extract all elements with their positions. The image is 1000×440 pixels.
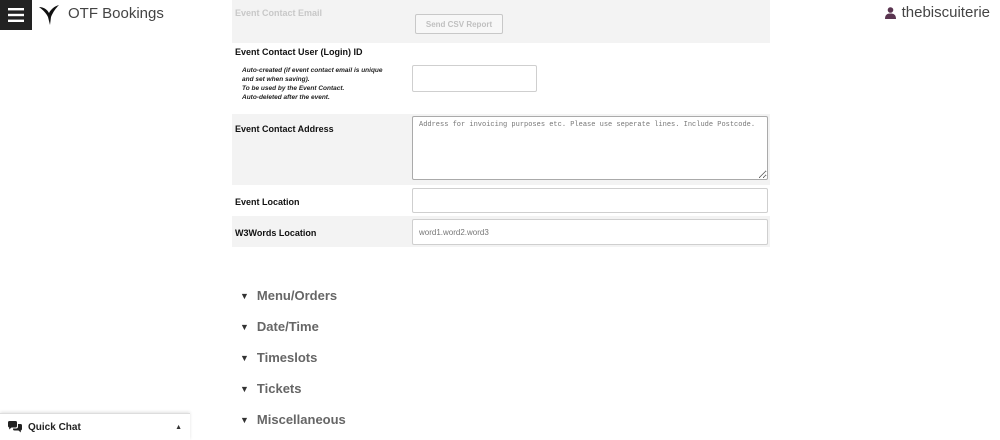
contact-email-row: Event Contact Email Send CSV Report xyxy=(232,0,770,43)
username: thebiscuiterie xyxy=(901,4,990,21)
triangle-down-icon: ▼ xyxy=(240,414,249,425)
event-location-input[interactable] xyxy=(412,188,768,213)
w3words-row: W3Words Location xyxy=(232,216,770,247)
contact-user-note: To be used by the Event Contact. xyxy=(242,85,345,92)
event-location-label: Event Location xyxy=(235,197,300,207)
section-label: Date/Time xyxy=(256,319,319,334)
w3words-label: W3Words Location xyxy=(235,228,317,238)
contact-user-note: and set when saving). xyxy=(242,76,310,83)
w3words-input[interactable] xyxy=(412,219,768,245)
contact-address-textarea[interactable] xyxy=(412,116,768,180)
quick-chat-bar[interactable]: Quick Chat ▲ xyxy=(0,413,190,440)
hamburger-menu-button[interactable] xyxy=(0,0,32,30)
contact-user-note: Auto-created (if event contact email is … xyxy=(242,67,383,74)
section-tickets[interactable]: ▼ Tickets xyxy=(240,381,302,396)
section-date-time[interactable]: ▼ Date/Time xyxy=(240,319,319,334)
chat-bubbles-icon xyxy=(8,421,22,433)
contact-email-label: Event Contact Email xyxy=(235,8,323,18)
quick-chat-label: Quick Chat xyxy=(28,421,81,433)
contact-address-row: Event Contact Address xyxy=(232,114,770,185)
section-timeslots[interactable]: ▼ Timeslots xyxy=(240,350,317,365)
contact-user-note: Auto-deleted after the event. xyxy=(242,94,330,101)
section-miscellaneous[interactable]: ▼ Miscellaneous xyxy=(240,412,346,427)
triangle-down-icon: ▼ xyxy=(240,321,249,332)
contact-address-label: Event Contact Address xyxy=(235,124,334,134)
section-label: Timeslots xyxy=(256,350,318,365)
hamburger-menu-icon xyxy=(8,8,24,22)
triangle-down-icon: ▼ xyxy=(240,290,249,301)
caret-up-icon[interactable]: ▲ xyxy=(175,424,182,431)
section-label: Miscellaneous xyxy=(256,412,346,427)
user-menu[interactable]: thebiscuiterie xyxy=(884,4,990,21)
user-icon xyxy=(884,6,896,19)
event-location-row: Event Location xyxy=(232,186,770,216)
triangle-down-icon: ▼ xyxy=(240,383,249,394)
section-menu-orders[interactable]: ▼ Menu/Orders xyxy=(240,288,337,303)
section-label: Menu/Orders xyxy=(256,288,338,303)
app-title[interactable]: OTF Bookings xyxy=(68,5,164,22)
contact-user-notes: Auto-created (if event contact email is … xyxy=(242,66,402,102)
bird-logo-icon xyxy=(39,5,59,25)
contact-user-label: Event Contact User (Login) ID xyxy=(235,47,363,57)
contact-user-id-input[interactable] xyxy=(412,65,537,92)
triangle-down-icon: ▼ xyxy=(240,352,249,363)
section-label: Tickets xyxy=(256,381,302,396)
send-csv-report-button[interactable]: Send CSV Report xyxy=(415,14,503,34)
contact-user-row: Event Contact User (Login) ID Auto-creat… xyxy=(232,43,770,111)
